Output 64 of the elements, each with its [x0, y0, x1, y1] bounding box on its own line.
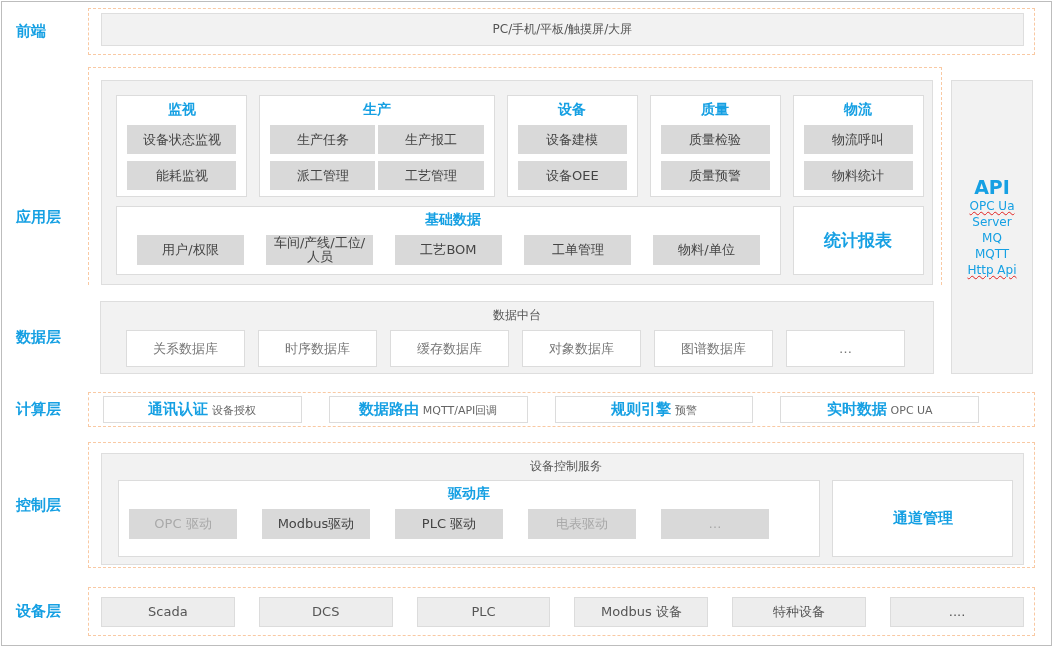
compute-item-note: OPC UA: [890, 404, 933, 417]
api-protocol: MQ: [982, 230, 1002, 246]
layer-label: 计算层: [14, 400, 62, 419]
base-data-item: 车间/产线/工位/人员: [266, 235, 373, 265]
compute-item-note: 预警: [674, 403, 697, 418]
base-data-item: 工单管理: [524, 235, 631, 265]
base-data-item: 工艺BOM: [395, 235, 502, 265]
compute-item-note: MQTT/API回调: [422, 403, 498, 418]
compute-item-title: 实时数据: [826, 400, 887, 419]
module-item: 设备状态监视: [127, 125, 237, 154]
module-item: 能耗监视: [127, 161, 237, 190]
module-item: 生产任务: [270, 125, 376, 154]
channel-management-card: 通道管理: [832, 480, 1013, 557]
driver-library-title: 驱动库: [447, 485, 491, 503]
module-item: 派工管理: [270, 161, 376, 190]
driver-item: …: [661, 509, 769, 539]
database-item: 缓存数据库: [390, 330, 509, 367]
base-data-item: 用户/权限: [137, 235, 244, 265]
device-item: ....: [890, 596, 1024, 627]
api-protocol: OPC Ua: [969, 198, 1015, 214]
frontend-bar: PC/手机/平板/触摸屏/大屏: [101, 13, 1024, 46]
reports-card: 统计报表: [792, 206, 924, 275]
module-item: 质量预警: [660, 161, 770, 190]
module-item: 生产报工: [378, 125, 484, 154]
device-item: Scada: [101, 596, 235, 627]
base-data-title: 基础数据: [424, 211, 483, 229]
module-title: 生产: [361, 101, 392, 119]
device-item: 特种设备: [732, 596, 867, 627]
module-item: 设备建模: [517, 125, 627, 154]
compute-item-title: 通讯认证: [148, 400, 209, 419]
device-item: PLC: [416, 596, 551, 627]
layer-label: 设备层: [14, 602, 62, 621]
control-service-title: 设备控制服务: [528, 458, 603, 475]
compute-item-title: 数据路由: [358, 400, 419, 419]
api-protocol: MQTT: [974, 246, 1010, 262]
database-item: 图谱数据库: [654, 330, 773, 367]
database-item: 对象数据库: [522, 330, 641, 367]
driver-item: Modbus驱动: [262, 509, 370, 539]
module-title: 物流: [842, 101, 874, 119]
device-item: Modbus 设备: [574, 596, 709, 627]
module-title: 设备: [556, 101, 588, 119]
module-item: 工艺管理: [378, 161, 484, 190]
database-item: …: [786, 330, 905, 367]
data-platform-title: 数据中台: [493, 307, 541, 324]
api-title: API: [974, 176, 1010, 198]
layer-label: 前端: [15, 22, 47, 41]
device-item: DCS: [258, 596, 393, 627]
layer-label: 数据层: [15, 328, 62, 347]
database-item: 关系数据库: [126, 330, 245, 367]
layer-label: 应用层: [15, 208, 62, 227]
compute-item-note: 设备授权: [212, 403, 257, 418]
module-item: 质量检验: [660, 125, 770, 154]
api-protocol: Http Api: [967, 262, 1017, 278]
driver-item: PLC 驱动: [395, 509, 503, 539]
module-title: 质量: [700, 101, 731, 119]
api-protocol: Server: [972, 214, 1012, 230]
module-item: 物流呼叫: [803, 125, 913, 154]
layer-label: 控制层: [15, 495, 62, 515]
base-data-item: 物料/单位: [653, 235, 760, 265]
compute-item-title: 规则引擎: [610, 400, 671, 419]
module-item: 物料统计: [803, 161, 913, 190]
module-item: 设备OEE: [517, 161, 627, 190]
module-title: 监视: [166, 101, 197, 119]
database-item: 时序数据库: [258, 330, 377, 367]
